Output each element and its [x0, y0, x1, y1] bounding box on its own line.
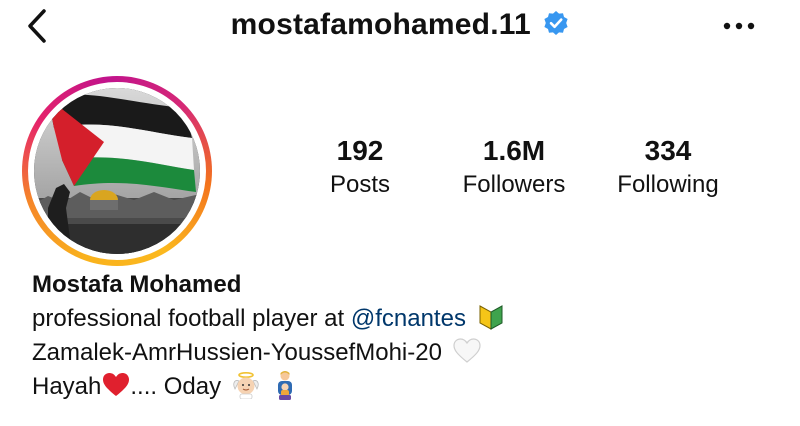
- beginner-symbol-icon: [479, 304, 503, 330]
- more-horizontal-icon: [723, 22, 755, 30]
- avatar[interactable]: [34, 88, 200, 254]
- baby-angel-icon: [233, 371, 259, 399]
- avatar-image: [34, 88, 200, 254]
- stat-following[interactable]: 334 Following: [588, 134, 748, 202]
- bio-text: Hayah: [32, 373, 102, 400]
- top-bar: mostafamohamed.11: [0, 0, 800, 60]
- profile-bio: Mostafa Mohamed professional football pl…: [32, 268, 772, 404]
- stat-label: Following: [617, 171, 719, 198]
- full-name: Mostafa Mohamed: [32, 271, 242, 298]
- red-heart-icon: [103, 372, 130, 396]
- mention-link[interactable]: @fcnantes: [351, 305, 466, 332]
- stat-value: 334: [644, 135, 692, 166]
- story-ring[interactable]: [22, 76, 212, 266]
- white-heart-icon: [453, 338, 481, 363]
- username: mostafamohamed.11: [230, 8, 531, 41]
- more-options-button[interactable]: [722, 16, 756, 36]
- stat-value: 1.6M: [482, 135, 546, 166]
- stat-label: Posts: [329, 171, 391, 198]
- header-title: mostafamohamed.11: [0, 8, 800, 42]
- bio-line-1: professional football player at @fcnante…: [32, 302, 772, 336]
- stat-followers[interactable]: 1.6M Followers: [434, 134, 594, 202]
- stat-label: Followers: [462, 171, 566, 198]
- bio-text: professional football player at: [32, 305, 351, 332]
- bio-line-3: Hayah .... Oday: [32, 370, 772, 404]
- verified-badge-icon: [544, 11, 568, 35]
- bio-line-2: Zamalek-AmrHussien-YoussefMohi-20: [32, 336, 772, 370]
- stat-value: 192: [336, 135, 384, 166]
- bio-text: Zamalek-AmrHussien-YoussefMohi-20: [32, 339, 442, 366]
- stat-posts[interactable]: 192 Posts: [280, 134, 440, 202]
- family-icon: [278, 370, 293, 400]
- bio-text: .... Oday: [130, 373, 222, 400]
